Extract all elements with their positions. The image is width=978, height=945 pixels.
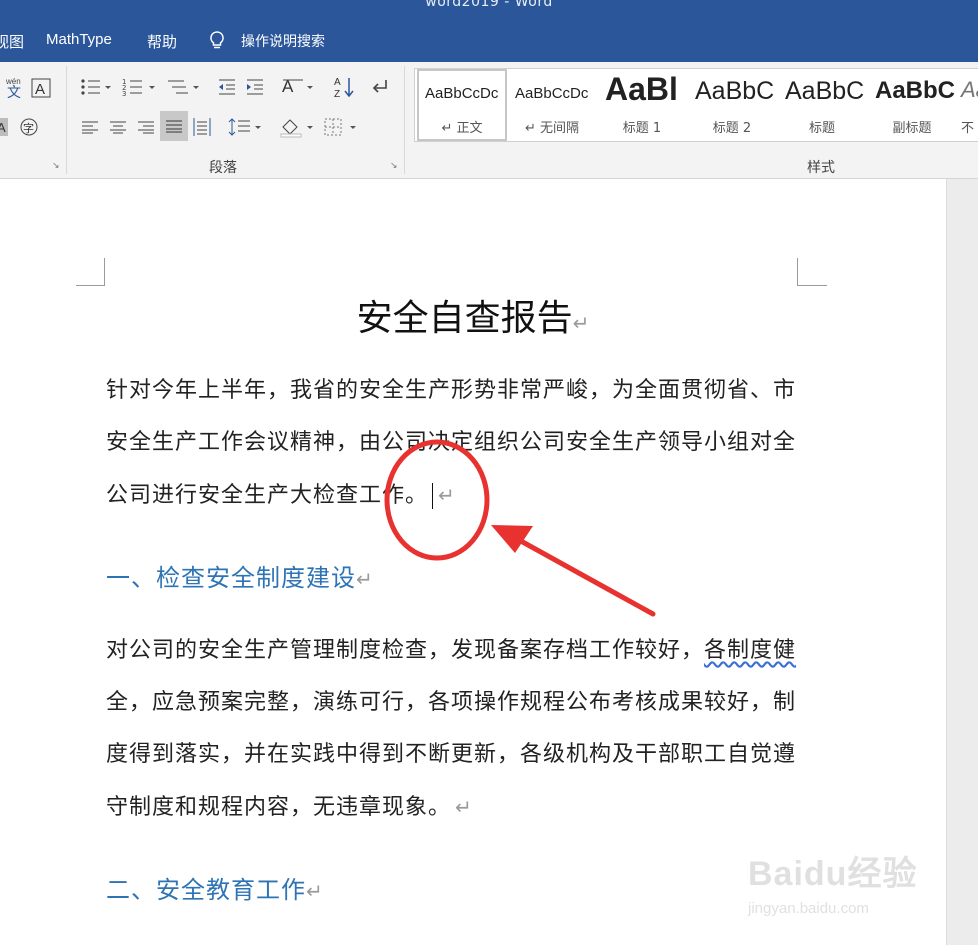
multilevel-list-icon[interactable] <box>166 77 200 97</box>
paragraph-group-label: 段落 <box>209 160 237 176</box>
paragraph-mark: ↵ <box>572 311 590 335</box>
bullets-icon[interactable] <box>80 77 112 97</box>
document-title[interactable]: 安全自查报告↵ <box>0 289 946 341</box>
crop-mark <box>76 285 105 286</box>
text-line-content: 对公司的安全生产管理制度检查，发现备案存档工作较好， <box>106 638 705 663</box>
increase-indent-icon[interactable] <box>245 77 265 97</box>
numbering-icon[interactable]: 123 <box>122 77 158 97</box>
paragraph-mark: ↵ <box>438 483 456 507</box>
line-spacing-icon[interactable] <box>228 117 264 137</box>
text-line-content: 守制度和规程内容，无违章现象。 <box>106 795 452 820</box>
text-line: 针对今年上半年，我省的安全生产形势非常严峻，为全面贯彻省、市 <box>106 378 797 403</box>
paragraph-mark: ↵ <box>455 795 473 819</box>
heading-2-text: 二、安全教育工作 <box>106 876 306 904</box>
style-name: 标题 2 <box>712 121 752 136</box>
heading-1-text: 一、检查安全制度建设 <box>106 564 356 592</box>
text-line: 对公司的安全生产管理制度检查，发现备案存档工作较好，各制度健 <box>106 625 806 677</box>
group-separator <box>66 66 67 174</box>
tell-me-search[interactable]: 操作说明搜索 <box>241 31 325 51</box>
text-line-content: 公司进行安全生产大检查工作。 <box>106 483 429 508</box>
font-dialog-launcher-icon[interactable]: ↘ <box>52 162 61 171</box>
style-heading-2[interactable]: AaBbC 标题 2 <box>687 69 777 141</box>
align-right-icon[interactable] <box>138 120 154 134</box>
heading-1[interactable]: 一、检查安全制度建设↵ <box>106 558 374 593</box>
paragraph-safety-system[interactable]: 对公司的安全生产管理制度检查，发现备案存档工作较好，各制度健 全，应急预案完整，… <box>106 625 806 834</box>
text-line: 安全生产工作会议精神，由公司决定组织公司安全生产领导小组对全 <box>106 430 797 455</box>
style-sample: Aa <box>961 77 978 102</box>
paragraph-mark: ↵ <box>306 879 324 903</box>
style-normal[interactable]: AaBbCcDc ↵ 正文 <box>417 69 507 141</box>
styles-gallery: AaBbCcDc ↵ 正文 AaBbCcDc ↵ 无间隔 AaBl 标题 1 A… <box>414 68 978 142</box>
crop-mark <box>797 258 798 286</box>
crop-mark <box>797 285 827 286</box>
svg-text:3: 3 <box>122 90 126 97</box>
text-line: 度得到落实，并在实践中得到不断更新，各级机构及干部职工自觉遵 <box>106 742 797 767</box>
vertical-scrollbar[interactable] <box>946 179 978 945</box>
lightbulb-icon[interactable] <box>208 30 226 50</box>
menu-mathtype[interactable]: MathType <box>46 31 112 48</box>
watermark-brand: Baidu经验 <box>748 855 918 893</box>
character-shading-icon[interactable]: A <box>0 118 10 136</box>
grammar-flagged-text[interactable]: 各制度健 <box>704 638 796 663</box>
chinese-layout-icon[interactable]: A <box>282 76 316 98</box>
style-sample: AaBbC <box>785 77 865 105</box>
menu-view[interactable]: 视图 <box>0 31 24 52</box>
document-title-text: 安全自查报告 <box>356 298 573 339</box>
style-sample: AaBbC <box>875 77 956 104</box>
enclose-characters-icon[interactable]: 字 <box>19 117 39 137</box>
crop-mark <box>104 258 105 286</box>
style-subtitle[interactable]: AaBbC 副标题 <box>867 69 957 141</box>
window-title: word2019 - Word <box>425 0 553 10</box>
style-more[interactable]: Aa 不 <box>957 69 978 141</box>
styles-group-label: 样式 <box>807 160 835 176</box>
style-sample: AaBbCcDc <box>425 85 499 102</box>
text-cursor <box>432 483 433 509</box>
ribbon: wén 文 A A 字 ↘ 123 A AZ 段落 ↘ AaBbCcDc ↵ 正… <box>0 62 978 179</box>
heading-2[interactable]: 二、安全教育工作↵ <box>106 870 324 905</box>
watermark-url: jingyan.baidu.com <box>748 900 869 917</box>
style-name: 标题 1 <box>622 121 662 136</box>
paragraph-intro[interactable]: 针对今年上半年，我省的安全生产形势非常严峻，为全面贯彻省、市 安全生产工作会议精… <box>106 365 806 522</box>
character-border-icon[interactable]: A <box>31 78 51 98</box>
align-left-icon[interactable] <box>82 120 98 134</box>
shading-icon[interactable] <box>280 116 318 138</box>
style-sample: AaBl <box>605 71 678 107</box>
decrease-indent-icon[interactable] <box>217 77 237 97</box>
svg-text:A: A <box>35 81 45 98</box>
style-name: ↵ 无间隔 <box>524 121 580 136</box>
style-sample: AaBbCcDc <box>515 85 589 102</box>
menu-help[interactable]: 帮助 <box>147 31 177 52</box>
style-sample: AaBbC <box>695 77 775 105</box>
style-no-spacing[interactable]: AaBbCcDc ↵ 无间隔 <box>507 69 597 141</box>
svg-text:A: A <box>334 77 341 88</box>
style-name: 副标题 <box>892 121 932 136</box>
svg-text:A: A <box>0 120 6 135</box>
title-bar: word2019 - Word 视图 MathType 帮助 操作说明搜索 <box>0 0 978 62</box>
paragraph-mark: ↵ <box>356 567 374 591</box>
svg-text:文: 文 <box>7 85 21 100</box>
style-heading-1[interactable]: AaBl 标题 1 <box>597 69 687 141</box>
group-separator <box>404 66 405 174</box>
justify-icon <box>166 120 182 133</box>
style-name: ↵ 正文 <box>441 121 483 136</box>
borders-icon[interactable] <box>324 118 360 136</box>
text-line: 公司进行安全生产大检查工作。 ↵ <box>106 469 806 522</box>
svg-text:字: 字 <box>23 121 34 135</box>
paragraph-dialog-launcher-icon[interactable]: ↘ <box>390 162 399 171</box>
style-name: 不 <box>961 121 975 136</box>
text-line: 全，应急预案完整，演练可行，各项操作规程公布考核成果较好，制 <box>106 690 797 715</box>
justify-button[interactable] <box>160 111 188 141</box>
distributed-align-icon[interactable] <box>193 117 211 137</box>
text-line: 守制度和规程内容，无违章现象。 ↵ <box>106 781 806 834</box>
sort-icon[interactable]: AZ <box>334 75 356 99</box>
svg-text:Z: Z <box>334 89 340 99</box>
show-paragraph-marks-icon[interactable] <box>370 77 390 97</box>
style-name: 标题 <box>808 121 835 136</box>
pinyin-guide-icon[interactable]: wén 文 <box>4 76 24 100</box>
baidu-jingyan-watermark: Baidu经验 jingyan.baidu.com <box>748 838 938 928</box>
style-title[interactable]: AaBbC 标题 <box>777 69 867 141</box>
align-center-icon[interactable] <box>110 120 126 134</box>
